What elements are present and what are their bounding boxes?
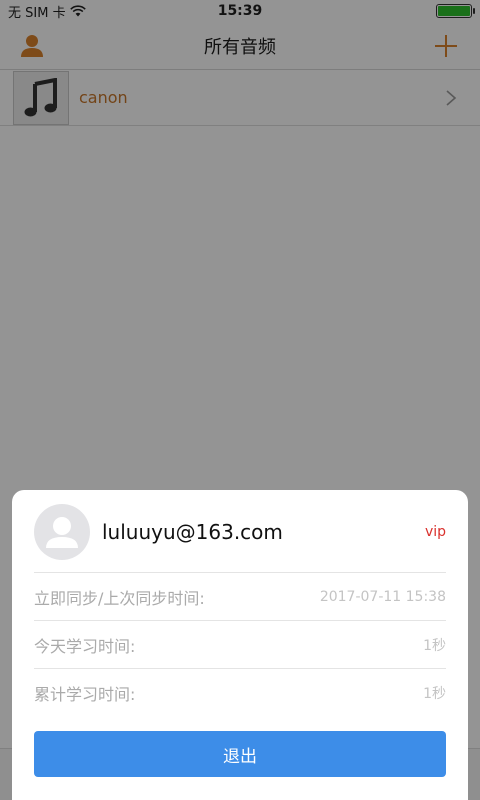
sync-time: 2017-07-11 15:38 <box>319 588 446 605</box>
total-study-row: 累计学习时间: 1秒 <box>34 668 446 716</box>
avatar-placeholder-icon <box>46 517 78 548</box>
total-study-label: 累计学习时间: <box>34 684 136 704</box>
sync-row[interactable]: 立即同步/上次同步时间: 2017-07-11 15:38 <box>34 572 446 620</box>
vip-badge: vip <box>424 524 446 540</box>
account-email: luluuyu@163.com <box>102 520 283 544</box>
today-study-value: 1秒 <box>423 637 446 654</box>
logout-button[interactable]: 退出 <box>34 731 446 777</box>
total-study-value: 1秒 <box>423 685 446 702</box>
account-header: luluuyu@163.com vip <box>34 504 446 560</box>
avatar <box>34 504 90 560</box>
today-study-row: 今天学习时间: 1秒 <box>34 620 446 668</box>
sync-label: 立即同步/上次同步时间: <box>34 588 205 608</box>
account-sheet: luluuyu@163.com vip 立即同步/上次同步时间: 2017-07… <box>12 490 468 800</box>
today-study-label: 今天学习时间: <box>34 636 136 656</box>
